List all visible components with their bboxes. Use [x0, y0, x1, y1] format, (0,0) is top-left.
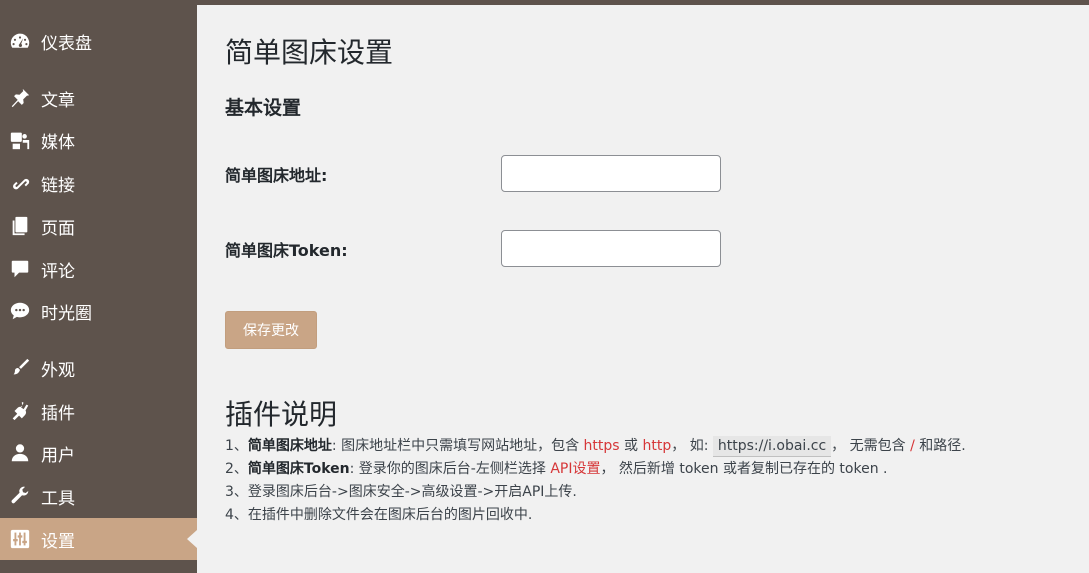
settings-content: 简单图床设置 基本设置 简单图床地址: 简单图床Token: 保存更改 插件说明… — [197, 5, 1089, 573]
sidebar-item-label: 插件 — [41, 403, 75, 424]
wrench-icon — [7, 483, 33, 509]
line-bold-term: 简单图床地址 — [247, 438, 332, 454]
sidebar-item-label: 用户 — [41, 445, 75, 466]
sidebar-item-label: 媒体 — [41, 132, 75, 153]
line-text: : 登录你的图床后台-左侧栏选择 — [349, 461, 551, 477]
save-changes-button[interactable]: 保存更改 — [225, 311, 317, 349]
sidebar-item-links[interactable]: 链接 — [0, 162, 197, 204]
sidebar-item-label: 工具 — [41, 488, 75, 509]
sidebar-item-pages[interactable]: 页面 — [0, 205, 197, 247]
plugin-description: 1、简单图床地址: 图床地址栏中只需填写网站地址，包含 https 或 http… — [225, 435, 1085, 527]
line-text: ， 无需包含 — [831, 438, 911, 454]
sidebar-item-label: 外观 — [41, 360, 75, 381]
api-settings-keyword: API设置 — [550, 461, 601, 477]
chat-bubbles-icon — [7, 298, 33, 324]
sidebar-item-label: 文章 — [41, 90, 75, 111]
https-keyword: https — [583, 438, 620, 454]
description-line-4: 4、在插件中删除文件会在图床后台的图片回收中. — [225, 507, 533, 523]
sidebar-item-settings[interactable]: 设置 — [0, 518, 197, 560]
http-keyword: http — [642, 438, 672, 454]
line-text: : 图床地址栏中只需填写网站地址，包含 — [331, 438, 584, 454]
media-icon — [7, 127, 33, 153]
sidebar-item-tools[interactable]: 工具 — [0, 475, 197, 517]
line-text: ， 然后新增 token 或者复制已存在的 token . — [600, 461, 888, 477]
sidebar-item-label: 链接 — [41, 175, 75, 196]
user-icon — [7, 440, 33, 466]
line-prefix: 2、 — [225, 461, 248, 477]
sidebar-item-users[interactable]: 用户 — [0, 432, 197, 474]
sidebar-item-label: 评论 — [41, 261, 75, 282]
sidebar-item-dashboard[interactable]: 仪表盘 — [0, 20, 197, 62]
sidebar-item-plugins[interactable]: 插件 — [0, 390, 197, 432]
dashboard-icon — [7, 28, 33, 54]
plugin-icon — [7, 398, 33, 424]
plugin-description-title: 插件说明 — [225, 398, 338, 431]
page-icon — [7, 213, 33, 239]
settings-icon — [7, 526, 33, 552]
line-text: 和路径. — [914, 438, 966, 454]
sidebar-item-media[interactable]: 媒体 — [0, 119, 197, 161]
sidebar-item-posts[interactable]: 文章 — [0, 77, 197, 119]
line-text: 或 — [619, 438, 643, 454]
description-line-1: 1、简单图床地址: 图床地址栏中只需填写网站地址，包含 https 或 http… — [225, 435, 1085, 458]
link-icon — [7, 170, 33, 196]
line-prefix: 1、 — [225, 438, 248, 454]
sidebar-item-label: 页面 — [41, 218, 75, 239]
sidebar-item-appearance[interactable]: 外观 — [0, 347, 197, 389]
pin-icon — [7, 85, 33, 111]
sidebar-item-moments[interactable]: 时光圈 — [0, 290, 197, 332]
admin-sidebar: 仪表盘 文章 媒体 链接 页面 评论 时光圈 外观 插件 用户 工具 设置 — [0, 0, 197, 573]
image-host-token-input[interactable] — [501, 230, 721, 267]
line-bold-term: 简单图床Token — [247, 461, 350, 477]
page-title: 简单图床设置 — [225, 36, 394, 69]
sidebar-item-label: 时光圈 — [41, 303, 92, 324]
sidebar-item-label: 仪表盘 — [41, 33, 92, 54]
image-host-url-input[interactable] — [501, 155, 721, 192]
line-text: ， 如: — [671, 438, 713, 454]
description-line-3: 3、登录图床后台->图床安全->高级设置->开启API上传. — [225, 484, 577, 500]
section-title: 基本设置 — [225, 97, 302, 119]
comment-icon — [7, 256, 33, 282]
image-host-url-label: 简单图床地址: — [225, 166, 328, 185]
example-url-code: https://i.obai.cc — [712, 436, 832, 457]
description-line-2: 2、简单图床Token: 登录你的图床后台-左侧栏选择 API设置， 然后新增 … — [225, 458, 1085, 481]
sidebar-item-comments[interactable]: 评论 — [0, 248, 197, 290]
sidebar-item-label: 设置 — [41, 531, 75, 552]
image-host-token-label: 简单图床Token: — [225, 241, 348, 260]
brush-icon — [7, 355, 33, 381]
